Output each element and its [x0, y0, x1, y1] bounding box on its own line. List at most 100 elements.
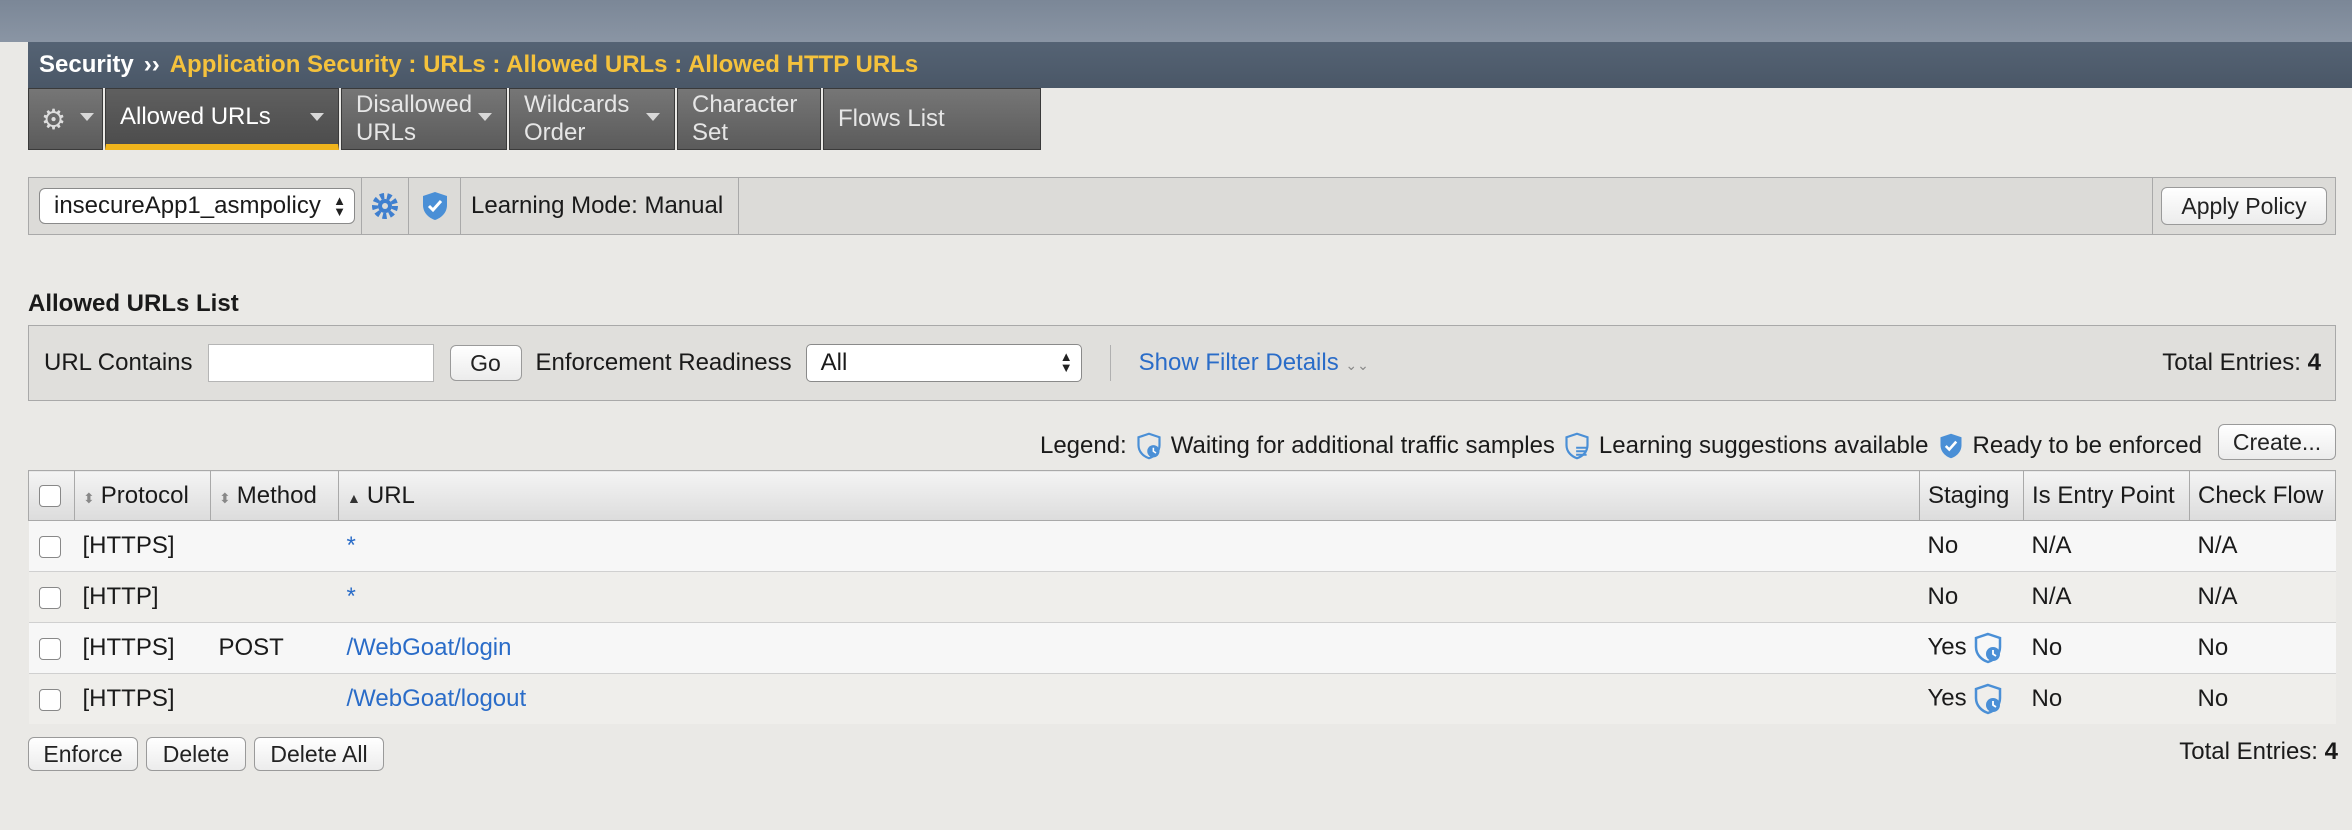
- row-checkbox[interactable]: [38, 637, 61, 660]
- chevron-down-icon[interactable]: [646, 113, 660, 121]
- readiness-select[interactable]: All ▲ ▼: [805, 344, 1082, 382]
- url-cell: *: [338, 571, 1920, 623]
- url-link[interactable]: /WebGoat/logout: [347, 685, 527, 712]
- double-chevron-down-icon: ⌄⌄: [1345, 357, 1369, 373]
- policy-select[interactable]: insecureApp1_asmpolicy ▲ ▼: [39, 188, 355, 224]
- learning-shield-icon: [1565, 432, 1589, 460]
- url-link[interactable]: *: [347, 583, 356, 610]
- header-method-label: Method: [236, 481, 317, 509]
- header-staging[interactable]: Staging: [1919, 470, 2024, 521]
- staging-value: No: [1927, 583, 1959, 610]
- total-entries-bottom: Total Entries: 4: [2179, 738, 2338, 766]
- header-protocol-label: Protocol: [100, 481, 189, 509]
- header-method[interactable]: ⬍ Method: [210, 470, 339, 521]
- breadcrumb-separator: ››: [143, 51, 160, 78]
- staging-value: Yes: [1927, 633, 1967, 661]
- legend-ready: Ready to be enforced: [1972, 432, 2203, 459]
- tab-flows-list[interactable]: Flows List: [823, 88, 1041, 150]
- learning-mode: Learning Mode: Manual: [461, 177, 739, 235]
- total-entries-top: Total Entries: 4: [2162, 349, 2321, 377]
- show-filter-details-link[interactable]: Show Filter Details ⌄⌄: [1139, 349, 1369, 377]
- sort-asc-icon: ▲: [347, 489, 361, 506]
- url-link[interactable]: *: [347, 532, 356, 559]
- breadcrumb-root[interactable]: Security: [39, 51, 134, 79]
- delete-all-button[interactable]: Delete All: [254, 737, 384, 771]
- select-all-header: [28, 470, 75, 521]
- breadcrumb-path: Application Security : URLs : Allowed UR…: [169, 51, 919, 78]
- go-button[interactable]: Go: [449, 345, 522, 381]
- ready-shield-icon: [1940, 433, 1961, 459]
- readiness-select-value: All: [820, 349, 848, 376]
- method-cell: [210, 571, 339, 623]
- waiting-shield-icon[interactable]: [1973, 683, 2003, 715]
- table-row: [HTTPS] POST /WebGoat/login Yes No No: [28, 622, 2336, 674]
- check-flow-cell: No: [2189, 622, 2336, 674]
- url-contains-input[interactable]: [207, 344, 434, 382]
- delete-button[interactable]: Delete: [146, 737, 246, 771]
- table-row: [HTTPS] /WebGoat/logout Yes No No: [28, 673, 2336, 724]
- tab-label: Flows List: [838, 105, 945, 132]
- url-cell: /WebGoat/login: [338, 622, 1920, 674]
- chevron-down-icon: [80, 113, 94, 121]
- entry-point-cell: No: [2023, 622, 2190, 674]
- header-protocol[interactable]: ⬍ Protocol: [74, 470, 211, 521]
- check-flow-cell: No: [2189, 673, 2336, 724]
- method-cell: [210, 673, 339, 724]
- bottom-actions: Enforce Delete Delete All: [28, 737, 384, 771]
- row-checkbox[interactable]: [38, 688, 61, 711]
- entry-point-cell: N/A: [2023, 520, 2190, 572]
- entry-point-cell: No: [2023, 673, 2190, 724]
- tab-bar: ⚙ Allowed URLs Disallowed URLs Wildcards…: [28, 88, 1043, 152]
- waiting-shield-icon[interactable]: [1973, 632, 2003, 664]
- url-cell: *: [338, 520, 1920, 572]
- tab-character-set[interactable]: Character Set: [677, 88, 821, 150]
- select-all-checkbox[interactable]: [39, 485, 61, 508]
- method-cell: POST: [210, 622, 339, 674]
- urls-table: ⬍ Protocol ⬍ Method ▲ URL Staging Is Entry …: [28, 470, 2336, 724]
- tab-label: Allowed URLs: [120, 102, 271, 130]
- row-checkbox[interactable]: [38, 586, 61, 609]
- tab-wildcards-order[interactable]: Wildcards Order: [509, 88, 675, 150]
- policy-select-value: insecureApp1_asmpolicy: [54, 192, 321, 219]
- divider: [1109, 345, 1111, 381]
- header-url[interactable]: ▲ URL: [338, 470, 1920, 521]
- tab-allowed-urls[interactable]: Allowed URLs: [105, 88, 339, 150]
- chevron-down-icon[interactable]: [478, 113, 492, 121]
- protocol-cell: [HTTPS]: [74, 622, 211, 674]
- select-arrows-icon: ▲ ▼: [1059, 349, 1073, 375]
- tab-options-menu[interactable]: ⚙: [28, 88, 103, 150]
- header-entry-label: Is Entry Point: [2032, 481, 2175, 509]
- staging-cell: No: [1919, 520, 2024, 572]
- check-flow-cell: N/A: [2189, 571, 2336, 623]
- gear-icon: ⚙: [41, 103, 67, 135]
- legend-waiting: Waiting for additional traffic samples: [1170, 432, 1555, 459]
- top-banner: [0, 0, 2352, 42]
- select-arrows-icon: ▲ ▼: [333, 193, 346, 219]
- total-value: 4: [2307, 349, 2321, 376]
- protocol-cell: [HTTPS]: [74, 673, 211, 724]
- url-contains-label: URL Contains: [44, 349, 193, 376]
- tab-label: Character Set: [692, 91, 798, 146]
- shield-check-icon: [422, 192, 447, 220]
- create-button[interactable]: Create...: [2218, 424, 2336, 460]
- url-link[interactable]: /WebGoat/login: [347, 634, 512, 661]
- policy-settings-button[interactable]: [361, 177, 409, 235]
- chevron-down-icon[interactable]: [310, 113, 324, 121]
- header-entry-point[interactable]: Is Entry Point: [2023, 470, 2190, 521]
- enforce-button[interactable]: Enforce: [28, 737, 138, 771]
- total-label: Total Entries:: [2179, 738, 2318, 765]
- policy-status-button[interactable]: [409, 177, 461, 235]
- table-row: [HTTP] * No N/A N/A: [28, 571, 2336, 623]
- apply-policy-button[interactable]: Apply Policy: [2161, 187, 2327, 225]
- staging-cell: Yes: [1919, 673, 2024, 724]
- staging-cell: Yes: [1919, 622, 2024, 674]
- row-select-cell: [28, 673, 75, 724]
- show-filter-label: Show Filter Details: [1138, 349, 1339, 376]
- method-cell: [210, 520, 339, 572]
- header-check-flow[interactable]: Check Flow: [2189, 470, 2336, 521]
- row-select-cell: [28, 571, 75, 623]
- row-checkbox[interactable]: [38, 535, 61, 558]
- readiness-label: Enforcement Readiness: [535, 349, 792, 376]
- sort-icon: ⬍: [219, 489, 231, 506]
- tab-disallowed-urls[interactable]: Disallowed URLs: [341, 88, 507, 150]
